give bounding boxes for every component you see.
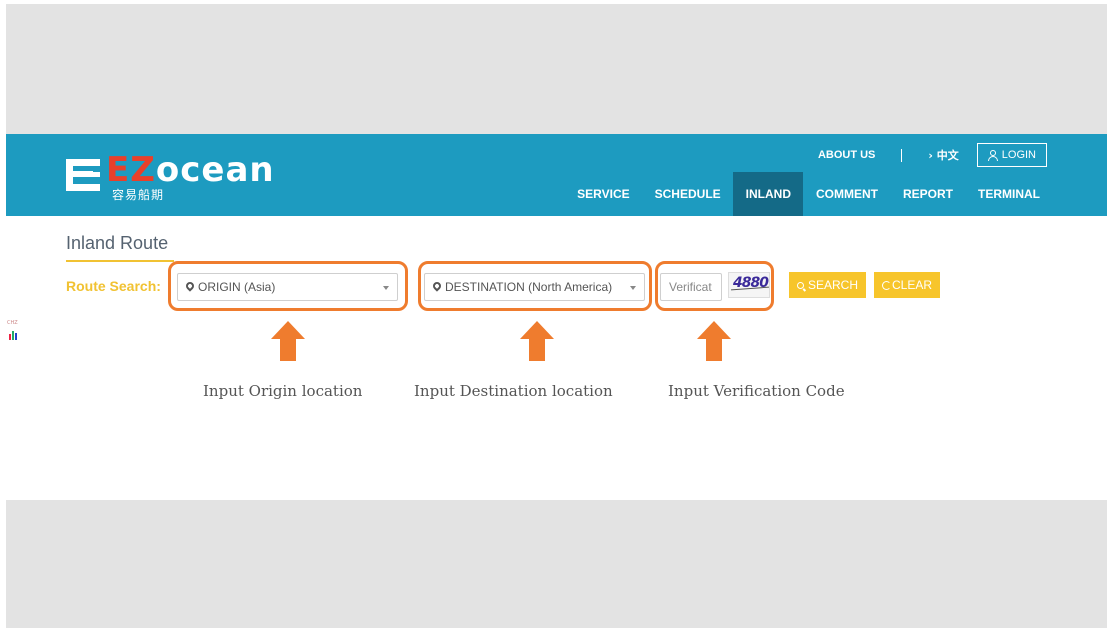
page-title: Inland Route xyxy=(66,233,169,253)
logo-mark-icon xyxy=(66,157,100,193)
about-us-link[interactable]: ABOUT US xyxy=(818,149,875,161)
verification-highlight-box xyxy=(655,261,774,311)
chart-widget-label: CHZ xyxy=(7,320,18,326)
nav-item-report[interactable]: REPORT xyxy=(890,172,965,216)
top-links: ABOUT US › 中文 LOGIN xyxy=(818,142,1047,168)
origin-highlight-box xyxy=(168,261,408,311)
nav-item-comment[interactable]: COMMENT xyxy=(803,172,890,216)
route-search-label: Route Search: xyxy=(66,278,161,294)
up-arrow-icon xyxy=(697,321,731,361)
bottom-gray-band xyxy=(6,500,1107,628)
logo-ez: EZ xyxy=(106,150,156,190)
search-button[interactable]: SEARCH xyxy=(789,272,867,298)
logo-wordmark: EZocean xyxy=(106,150,275,190)
nav-item-inland[interactable]: INLAND xyxy=(733,172,804,216)
main-nav: SERVICE SCHEDULE INLAND COMMENT REPORT T… xyxy=(565,172,1107,216)
search-label: SEARCH xyxy=(808,278,859,292)
refresh-icon xyxy=(882,280,891,290)
chart-widget-icon[interactable]: CHZ xyxy=(7,320,21,340)
login-label: LOGIN xyxy=(1001,149,1036,161)
ezocean-logo[interactable]: EZocean 容易船期 xyxy=(66,150,274,202)
up-arrow-icon xyxy=(271,321,305,361)
search-icon xyxy=(797,281,804,289)
title-underline xyxy=(66,260,174,262)
clear-button[interactable]: CLEAR xyxy=(874,272,941,298)
origin-caption: Input Origin location xyxy=(203,382,363,400)
clear-label: CLEAR xyxy=(892,278,933,292)
logo-ocean: ocean xyxy=(155,150,275,190)
site-header: EZocean 容易船期 ABOUT US › 中文 LOGIN SERVICE… xyxy=(6,134,1107,216)
destination-caption: Input Destination location xyxy=(414,382,613,400)
destination-highlight-box xyxy=(418,261,652,311)
verification-caption: Input Verification Code xyxy=(668,382,845,400)
nav-item-schedule[interactable]: SCHEDULE xyxy=(642,172,733,216)
nav-item-service[interactable]: SERVICE xyxy=(565,172,642,216)
page: EZocean 容易船期 ABOUT US › 中文 LOGIN SERVICE… xyxy=(0,0,1108,628)
login-button[interactable]: LOGIN xyxy=(976,143,1047,167)
up-arrow-icon xyxy=(520,321,554,361)
top-gray-band xyxy=(6,4,1107,134)
top-links-divider xyxy=(901,148,903,162)
logo-subtitle: 容易船期 xyxy=(112,188,165,202)
language-switch-link[interactable]: › 中文 xyxy=(928,147,958,163)
nav-item-terminal[interactable]: TERMINAL xyxy=(966,172,1108,216)
user-icon xyxy=(987,149,998,161)
